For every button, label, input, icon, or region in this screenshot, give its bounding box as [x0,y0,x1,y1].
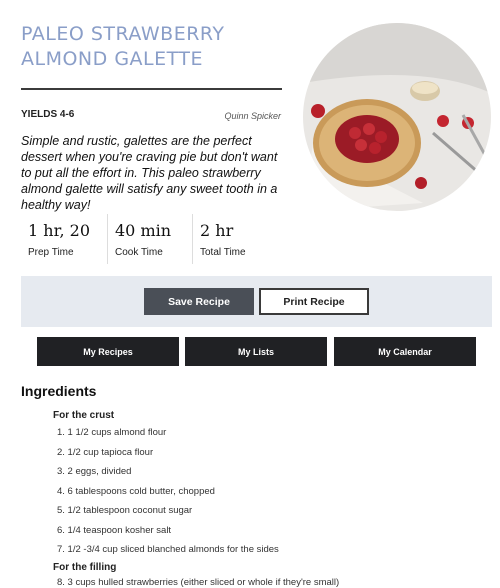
print-recipe-button[interactable]: Print Recipe [259,288,369,315]
recipe-actions: Save Recipe Print Recipe [21,276,492,327]
list-item: 1. 1 1/2 cups almond flour [57,427,167,438]
prep-time: 1 hr, 20 Prep Time [21,214,108,264]
filling-group-title: For the filling [53,562,117,573]
ingredients-heading: Ingredients [21,383,97,399]
my-recipes-button[interactable]: My Recipes [37,337,179,366]
recipe-photo [303,23,491,211]
cook-time: 40 min Cook Time [108,214,193,264]
recipe-author[interactable]: Quinn Spicker [224,111,281,121]
prep-time-value: 1 hr, 20 [28,221,90,240]
recipe-times: 1 hr, 20 Prep Time 40 min Cook Time 2 hr… [21,214,273,264]
total-time-value: 2 hr [200,221,234,240]
total-time-label: Total Time [200,247,246,258]
list-item: 8. 3 cups hulled strawberries (either sl… [57,577,340,588]
cook-time-label: Cook Time [115,247,163,258]
recipe-title: PALEO STRAWBERRY ALMOND GALETTE [21,23,225,70]
my-calendar-button[interactable]: My Calendar [334,337,476,366]
list-item: 4. 6 tablespoons cold butter, chopped [57,485,215,497]
crust-ingredient-list: 1. 1 1/2 cups almond flour 2. 1/2 cup ta… [57,426,279,563]
filling-ingredient-list: 8. 3 cups hulled strawberries (either sl… [57,576,339,588]
my-lists-button[interactable]: My Lists [185,337,327,366]
recipe-yields: YIELDS 4-6 [21,109,75,120]
save-recipe-button[interactable]: Save Recipe [144,288,254,315]
prep-time-label: Prep Time [28,247,74,258]
title-divider [21,88,282,90]
cook-time-value: 40 min [115,221,172,240]
crust-group-title: For the crust [53,410,115,421]
list-item: 2. 1/2 cup tapioca flour [57,446,154,458]
list-item: 7. 1/2 -3/4 cup sliced blanched almonds … [57,544,279,555]
recipe-description: Simple and rustic, galettes are the perf… [21,134,278,212]
total-time: 2 hr Total Time [193,214,273,264]
account-nav: My Recipes My Lists My Calendar [37,337,476,366]
list-item: 6. 1/4 teaspoon kosher salt [57,524,172,536]
list-item: 3. 2 eggs, divided [57,466,132,477]
list-item: 5. 1/2 tablespoon coconut sugar [57,505,193,516]
